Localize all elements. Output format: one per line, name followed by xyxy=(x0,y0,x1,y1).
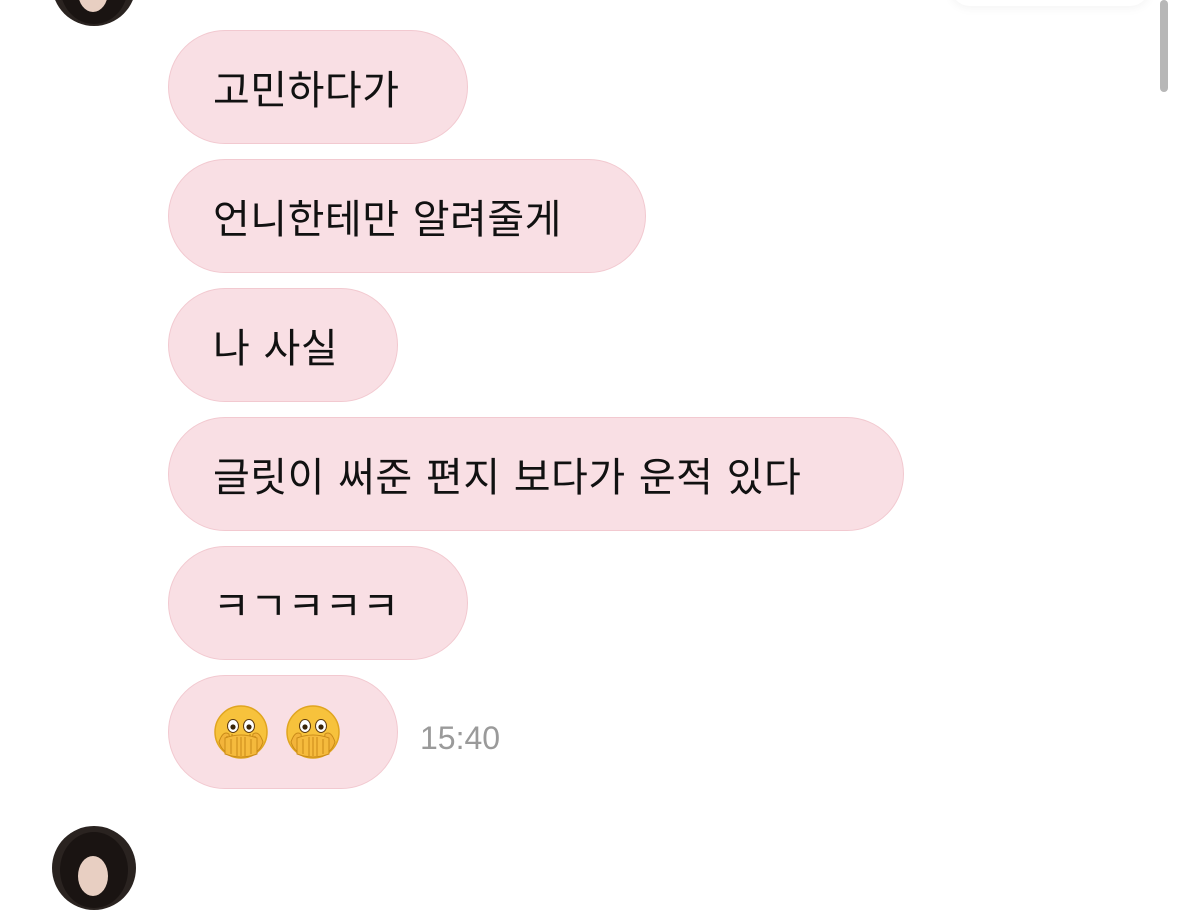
emoji-row xyxy=(213,704,341,760)
message-bubble[interactable]: 나 사실 xyxy=(168,288,398,402)
message-bubble[interactable]: 고민하다가 xyxy=(168,30,468,144)
message-text: 언니한테만 알려줄게 xyxy=(213,197,562,243)
avatar-face xyxy=(78,856,108,896)
message-bubble[interactable]: 언니한테만 알려줄게 xyxy=(168,159,646,273)
message-text: 글릿이 써준 편지 보다가 운적 있다 xyxy=(213,455,802,501)
sender-avatar[interactable] xyxy=(52,826,136,910)
message-bubble[interactable]: ㅋㄱㅋㅋㅋ xyxy=(168,546,468,660)
chat-message-list[interactable]: 고민하다가 언니한테만 알려줄게 나 사실 글릿이 써준 편지 보다가 운적 있… xyxy=(0,0,1179,910)
message-text: ㅋㄱㅋㅋㅋ xyxy=(213,584,400,630)
sender-avatar[interactable] xyxy=(52,0,136,26)
top-overlay xyxy=(950,0,1150,6)
message-timestamp: 15:40 xyxy=(420,720,501,756)
face-with-open-eyes-and-hand-over-mouth-emoji xyxy=(285,704,341,760)
message-bubble[interactable]: 글릿이 써준 편지 보다가 운적 있다 xyxy=(168,417,904,531)
emoji-message-bubble[interactable] xyxy=(168,675,398,789)
message-text: 나 사실 xyxy=(213,326,339,372)
face-with-open-eyes-and-hand-over-mouth-emoji xyxy=(213,704,269,760)
scrollbar[interactable] xyxy=(1160,0,1168,92)
message-text: 고민하다가 xyxy=(213,68,400,114)
